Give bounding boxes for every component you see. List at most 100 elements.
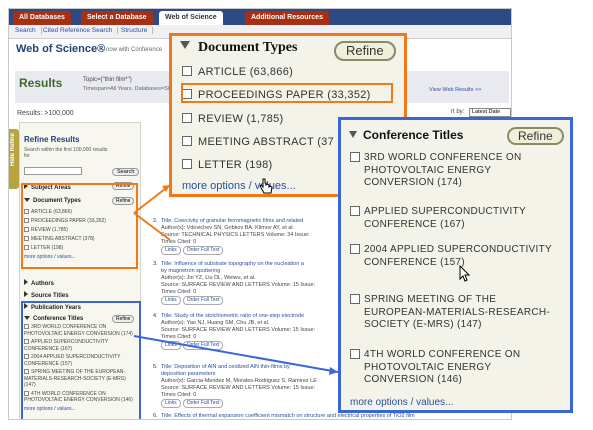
record-authors: Author(s): Jin YZ, Liu DL, Weiwu, et al. bbox=[161, 275, 256, 281]
record-title[interactable]: Title: Coercivity of granular ferromagne… bbox=[161, 218, 351, 225]
record-number: 5. bbox=[153, 364, 158, 370]
checkbox[interactable] bbox=[182, 136, 192, 146]
hide-refine-toggle[interactable]: Hide Refine bbox=[9, 129, 19, 189]
view-web-results-link[interactable]: View Web Results >> bbox=[429, 87, 481, 93]
checkbox[interactable] bbox=[350, 349, 360, 359]
refine-search-button[interactable]: Search bbox=[112, 168, 140, 176]
expand-arrow-icon bbox=[24, 279, 28, 285]
checkbox[interactable] bbox=[350, 152, 360, 162]
section-label: Source Titles bbox=[31, 293, 69, 299]
item-label: ARTICLE (63,866) bbox=[198, 66, 294, 78]
item-label: MEETING ABSTRACT (37 bbox=[198, 136, 334, 148]
record-number: 4. bbox=[153, 313, 158, 319]
checkbox[interactable] bbox=[350, 294, 360, 304]
section-source-titles[interactable]: Source Titles bbox=[24, 291, 69, 299]
tab-web-of-science[interactable]: Web of Science bbox=[159, 11, 223, 25]
list-item[interactable]: SPRING MEETING OF THE EUROPEAN-MATERIALS… bbox=[350, 294, 560, 332]
refine-results-title: Refine Results bbox=[24, 135, 80, 144]
expand-arrow-icon bbox=[24, 291, 28, 297]
record-title[interactable]: Title: Deposition of AlN and oxidized Al… bbox=[161, 364, 351, 371]
tab-all-databases[interactable]: All Databases bbox=[13, 11, 71, 25]
conference-titles-heading[interactable]: Conference Titles bbox=[349, 128, 463, 142]
record-authors: Author(s): Garcia-Mendez M, Morales-Rodr… bbox=[161, 378, 317, 384]
links-button[interactable]: Links bbox=[161, 341, 181, 350]
record-cited: Times Cited: 0 bbox=[161, 334, 197, 340]
list-item[interactable]: 2004 APPLIED SUPERCONDUCTIVITY CONFERENC… bbox=[350, 244, 560, 269]
table-row: 3. Title: Influence of substrate topogra… bbox=[153, 261, 351, 305]
record-number: 3. bbox=[153, 261, 158, 267]
table-row: 5. Title: Deposition of AlN and oxidized… bbox=[153, 364, 351, 408]
checkbox[interactable] bbox=[350, 206, 360, 216]
more-options-link[interactable]: more options / values... bbox=[182, 180, 296, 192]
record-title-cont[interactable]: by magnetron sputtering bbox=[161, 268, 351, 275]
results-query: Topic=("thin film*") bbox=[83, 77, 132, 83]
results-timespan: Timespan=All Years. Databases=SCI- bbox=[83, 86, 176, 92]
item-label: APPLIED SUPERCONDUCTIVITY CONFERENCE (16… bbox=[364, 206, 526, 230]
links-button[interactable]: Links bbox=[161, 399, 181, 408]
tab-additional-resources[interactable]: Additional Resources bbox=[245, 11, 329, 25]
list-item[interactable]: APPLIED SUPERCONDUCTIVITY CONFERENCE (16… bbox=[350, 206, 560, 231]
record-cited: Times Cited: 0 bbox=[161, 289, 197, 295]
subtab-structure[interactable]: Structure bbox=[121, 27, 154, 34]
proceedings-highlight-box bbox=[181, 83, 393, 103]
record-title-cont[interactable]: deposition parameters bbox=[161, 371, 351, 378]
record-source: Source: SURFACE REVIEW AND LETTERS Volum… bbox=[161, 327, 316, 333]
item-label: LETTER (198) bbox=[198, 159, 273, 171]
list-item[interactable]: LETTER (198) bbox=[182, 159, 273, 171]
checkbox[interactable] bbox=[182, 159, 192, 169]
checkbox[interactable] bbox=[182, 113, 192, 123]
page-title: Web of Science® bbox=[16, 43, 106, 55]
list-item[interactable]: MEETING ABSTRACT (37 bbox=[182, 136, 334, 148]
item-label: 2004 APPLIED SUPERCONDUCTIVITY CONFERENC… bbox=[364, 244, 552, 268]
sort-select[interactable]: Latest Date bbox=[469, 108, 511, 117]
hand-cursor-icon bbox=[259, 178, 273, 194]
refine-button[interactable]: Refine bbox=[507, 127, 564, 145]
conference-titles-zoom-panel: Conference Titles Refine 3RD WORLD CONFE… bbox=[338, 117, 573, 413]
record-authors: Author(s): Vdovichev SN, Gribkov BA, Kli… bbox=[161, 225, 295, 231]
refine-button[interactable]: Refine bbox=[334, 41, 396, 61]
record-authors: Author(s): Yao NJ, Huang SM, Chu JB, et … bbox=[161, 320, 270, 326]
links-button[interactable]: Links bbox=[161, 246, 181, 255]
checkbox[interactable] bbox=[182, 66, 192, 76]
order-full-text-button[interactable]: Order Full Text bbox=[182, 246, 224, 255]
record-source: Source: SURFACE REVIEW AND LETTERS Volum… bbox=[161, 282, 316, 288]
checkbox[interactable] bbox=[350, 244, 360, 254]
links-button[interactable]: Links bbox=[161, 296, 181, 305]
record-source: Source: TECHNICAL PHYSICS LETTERS Volume… bbox=[161, 232, 310, 238]
record-number: 2. bbox=[153, 218, 158, 224]
order-full-text-button[interactable]: Order Full Text bbox=[182, 341, 224, 350]
item-label: 3RD WORLD CONFERENCE ON PHOTOVOLTAIC ENE… bbox=[364, 152, 522, 188]
item-label: SPRING MEETING OF THE EUROPEAN-MATERIALS… bbox=[364, 294, 551, 330]
record-cited: Times Cited: 0 bbox=[161, 239, 197, 245]
conf-titles-highlight-box bbox=[21, 301, 141, 419]
table-row: 6. Title: Effects of thermal expansion c… bbox=[153, 413, 511, 419]
screenshot-frame: All Databases Select a Database Web of S… bbox=[0, 0, 593, 430]
item-label: 4TH WORLD CONFERENCE ON PHOTOVOLTAIC ENE… bbox=[364, 349, 521, 385]
top-tab-bar: All Databases Select a Database Web of S… bbox=[9, 9, 511, 25]
record-number: 6. bbox=[153, 413, 158, 419]
more-options-link[interactable]: more options / values... bbox=[350, 397, 453, 408]
record-cited: Times Cited: 0 bbox=[161, 392, 197, 398]
list-item[interactable]: REVIEW (1,785) bbox=[182, 113, 284, 125]
order-full-text-button[interactable]: Order Full Text bbox=[182, 296, 224, 305]
list-item[interactable]: 3RD WORLD CONFERENCE ON PHOTOVOLTAIC ENE… bbox=[350, 152, 560, 190]
order-full-text-button[interactable]: Order Full Text bbox=[182, 399, 224, 408]
arrow-cursor-icon bbox=[459, 265, 471, 282]
list-item[interactable]: ARTICLE (63,866) bbox=[182, 66, 293, 78]
refine-search-input[interactable] bbox=[24, 167, 82, 175]
document-types-heading[interactable]: Document Types bbox=[180, 40, 297, 56]
subtab-cited-reference[interactable]: Cited Reference Search bbox=[43, 27, 119, 34]
results-count: Results: >100,000 bbox=[17, 110, 74, 117]
table-row: 2. Title: Coercivity of granular ferroma… bbox=[153, 218, 351, 255]
record-title[interactable]: Title: Influence of substrate topography… bbox=[161, 261, 351, 268]
collapse-arrow-icon bbox=[180, 41, 190, 49]
record-title[interactable]: Title: Effects of thermal expansion coef… bbox=[161, 413, 511, 419]
list-item[interactable]: 4TH WORLD CONFERENCE ON PHOTOVOLTAIC ENE… bbox=[350, 349, 560, 387]
section-authors[interactable]: Authors bbox=[24, 279, 54, 287]
collapse-arrow-icon bbox=[349, 131, 357, 138]
subtab-search[interactable]: Search bbox=[15, 27, 42, 34]
section-label: Authors bbox=[31, 281, 54, 287]
record-title[interactable]: Title: Study of the stoichiometric ratio… bbox=[161, 313, 351, 320]
tab-select-database[interactable]: Select a Database bbox=[81, 11, 153, 25]
results-title: Results bbox=[19, 76, 63, 90]
